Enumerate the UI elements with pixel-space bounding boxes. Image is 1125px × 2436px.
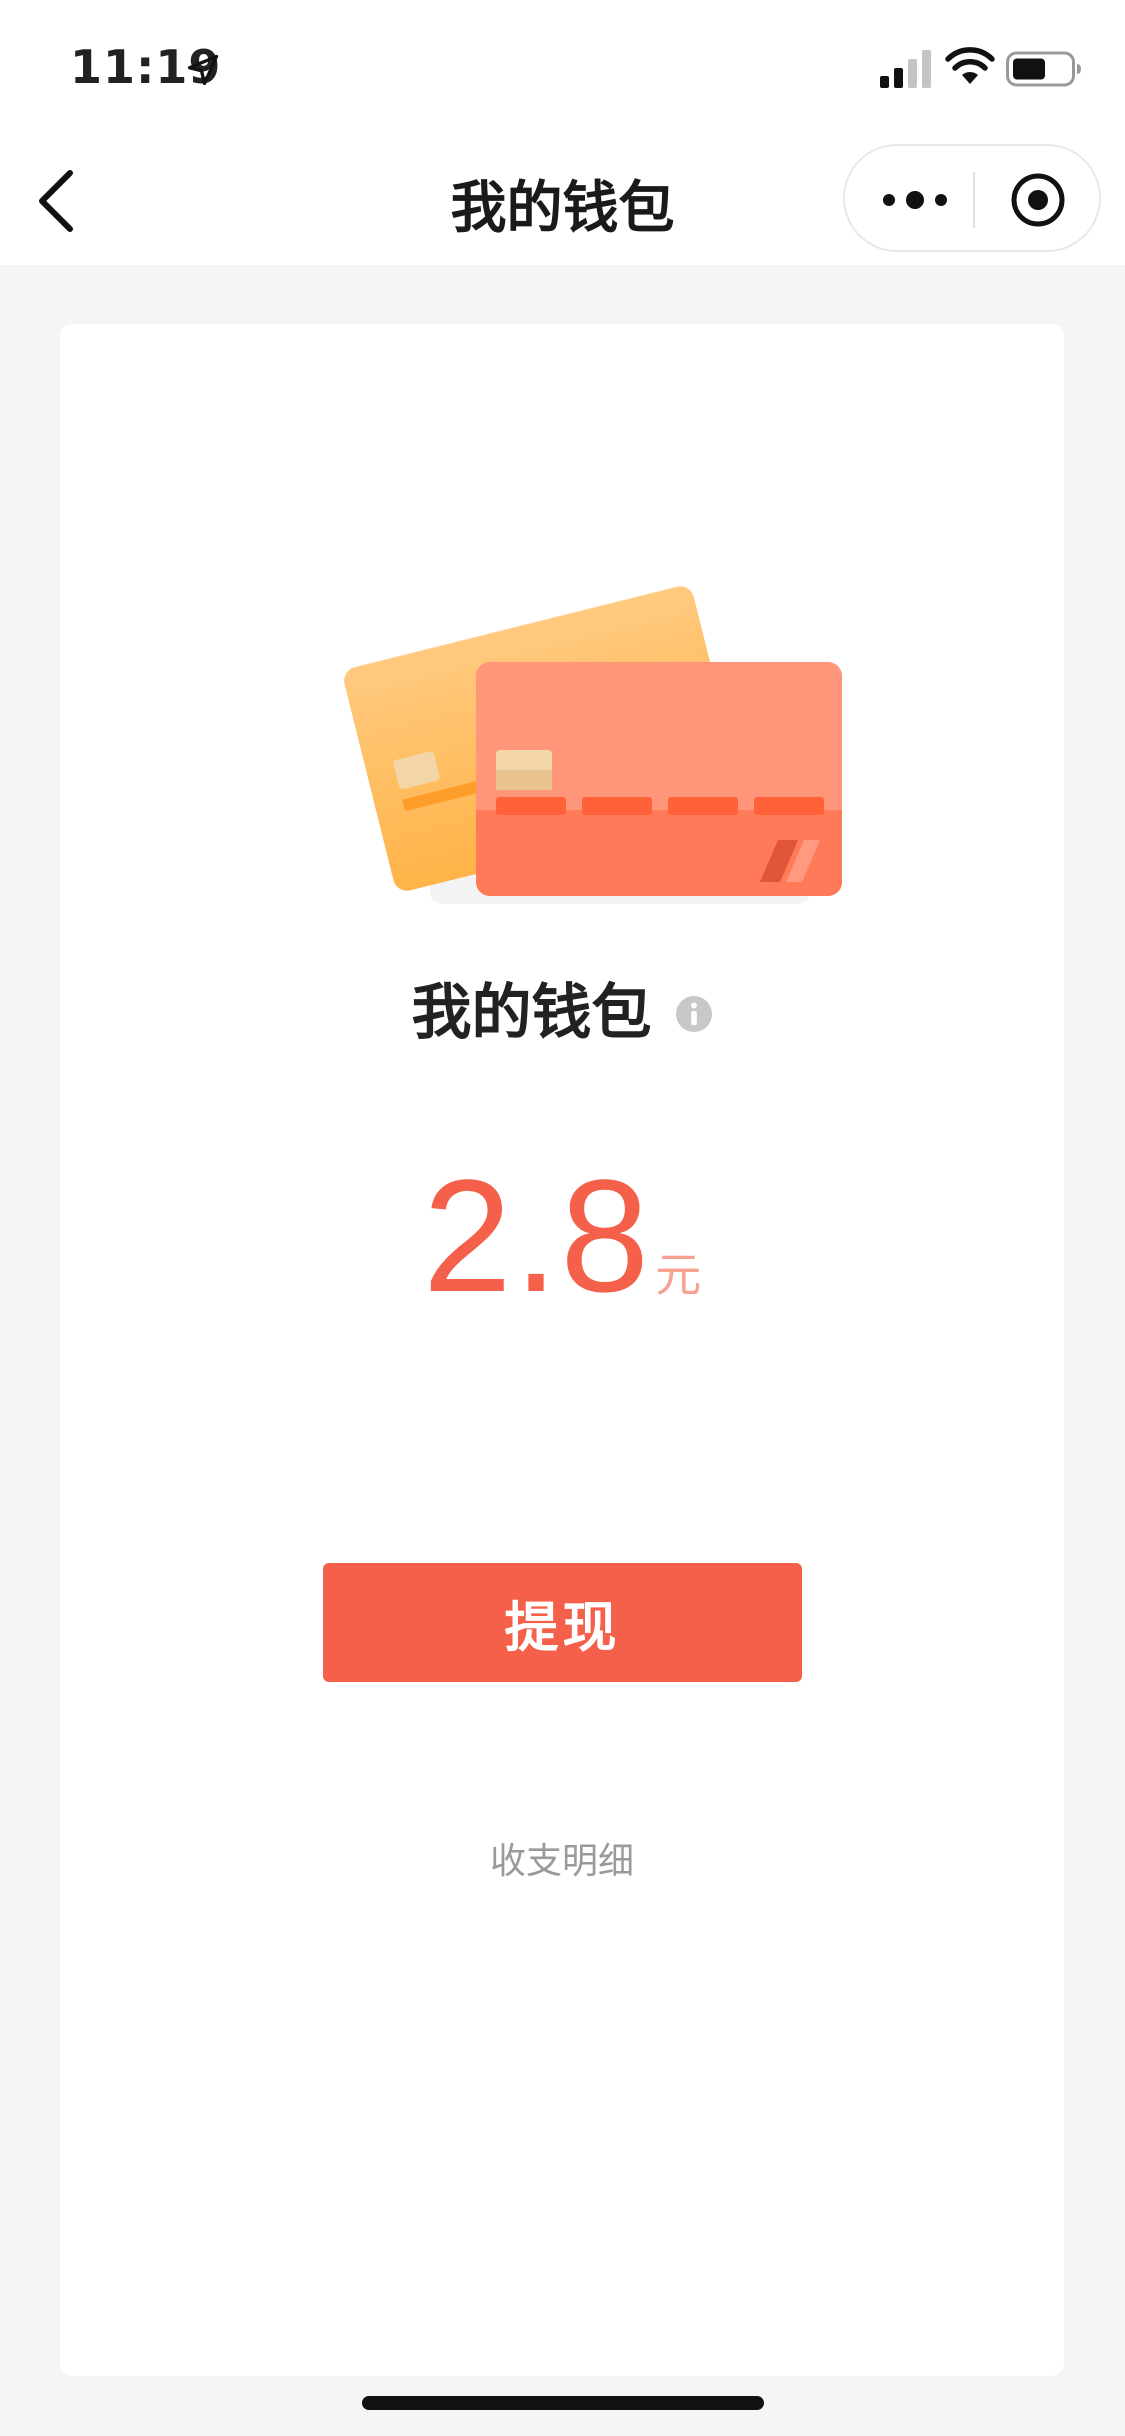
battery-icon: [1006, 51, 1081, 87]
balance-amount: 2.8: [422, 1146, 652, 1325]
wifi-icon: [945, 47, 995, 84]
menu-capsule: [843, 144, 1101, 252]
status-bar: 11:19: [0, 0, 1125, 135]
withdraw-button[interactable]: 提现: [323, 1563, 802, 1682]
wallet-card: 我的钱包 2.8元 提现 收支明细: [60, 324, 1064, 2376]
transaction-details-link[interactable]: 收支明细: [60, 1832, 1064, 1884]
wallet-title: 我的钱包: [411, 978, 652, 1048]
wallet-title-row: 我的钱包: [60, 964, 1064, 1051]
location-arrow-icon: [187, 54, 219, 86]
target-icon[interactable]: [1009, 171, 1067, 229]
balance-unit: 元: [655, 1248, 702, 1302]
wallet-cards-illustration: [344, 586, 842, 904]
home-indicator: [362, 2396, 764, 2410]
info-icon[interactable]: [675, 995, 713, 1033]
capsule-divider: [973, 172, 975, 228]
balance-row: 2.8元: [60, 1144, 1064, 1328]
more-icon[interactable]: [875, 176, 955, 224]
nav-bar: 我的钱包: [0, 135, 1125, 265]
signal-icon: [880, 50, 931, 88]
